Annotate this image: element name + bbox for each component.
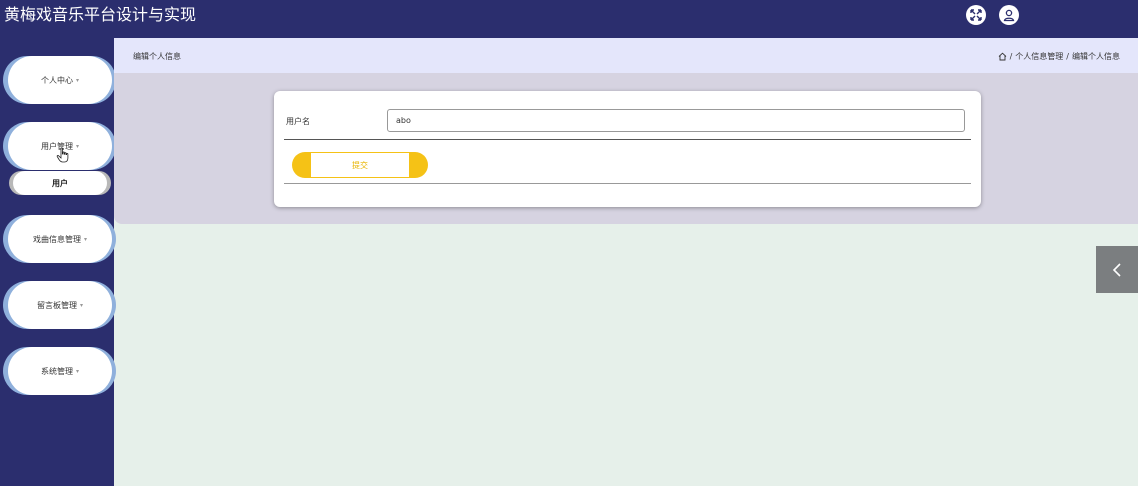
breadcrumb: / 个人信息管理 / 编辑个人信息 [998, 51, 1120, 62]
top-bar: 黄梅戏音乐平台设计与实现 [0, 0, 1138, 38]
sidebar-item-label: 系统管理 [40, 366, 73, 376]
app-title: 黄梅戏音乐平台设计与实现 [4, 5, 197, 24]
breadcrumb-item-edit-info: 编辑个人信息 [1072, 52, 1120, 61]
sidebar-item-system-management[interactable]: 系统管理 ▾ [8, 347, 112, 395]
fullscreen-icon[interactable] [966, 5, 986, 25]
chevron-down-icon: ▾ [83, 235, 87, 243]
submit-button-label: 提交 [311, 152, 409, 178]
sidebar-subitem-user[interactable]: 用户 [13, 171, 107, 195]
chevron-down-icon: ▾ [75, 367, 79, 375]
username-label: 用户名 [286, 117, 310, 126]
divider [284, 139, 971, 140]
breadcrumb-item-personal-info[interactable]: 个人信息管理 [1015, 51, 1063, 62]
sidebar-subitem-label: 用户 [52, 178, 68, 188]
chevron-down-icon: ▾ [75, 76, 79, 84]
username-input[interactable] [387, 109, 965, 132]
chevron-left-icon [1112, 262, 1121, 277]
edit-profile-form: 用户名 提交 [274, 91, 981, 207]
page-title: 编辑个人信息 [133, 52, 181, 61]
sidebar-item-label: 留言板管理 [36, 300, 77, 310]
sidebar-item-opera-info-management[interactable]: 戏曲信息管理 ▾ [8, 215, 112, 263]
submit-button[interactable]: 提交 [292, 152, 428, 178]
chevron-down-icon: ▾ [75, 142, 79, 150]
breadcrumb-separator: / [1009, 52, 1013, 61]
collapse-panel-button[interactable] [1096, 246, 1138, 293]
page-header [114, 38, 1138, 73]
chevron-down-icon: ▾ [79, 301, 83, 309]
sidebar-item-message-board-management[interactable]: 留言板管理 ▾ [8, 281, 112, 329]
breadcrumb-separator: / [1066, 52, 1069, 61]
sidebar-item-personal-center[interactable]: 个人中心 ▾ [8, 56, 112, 104]
user-icon[interactable] [999, 5, 1019, 25]
sidebar-item-label: 戏曲信息管理 [32, 234, 81, 244]
divider [284, 183, 971, 184]
hand-cursor-icon [56, 147, 69, 163]
home-icon[interactable] [998, 52, 1007, 61]
sidebar-item-label: 个人中心 [40, 75, 73, 85]
